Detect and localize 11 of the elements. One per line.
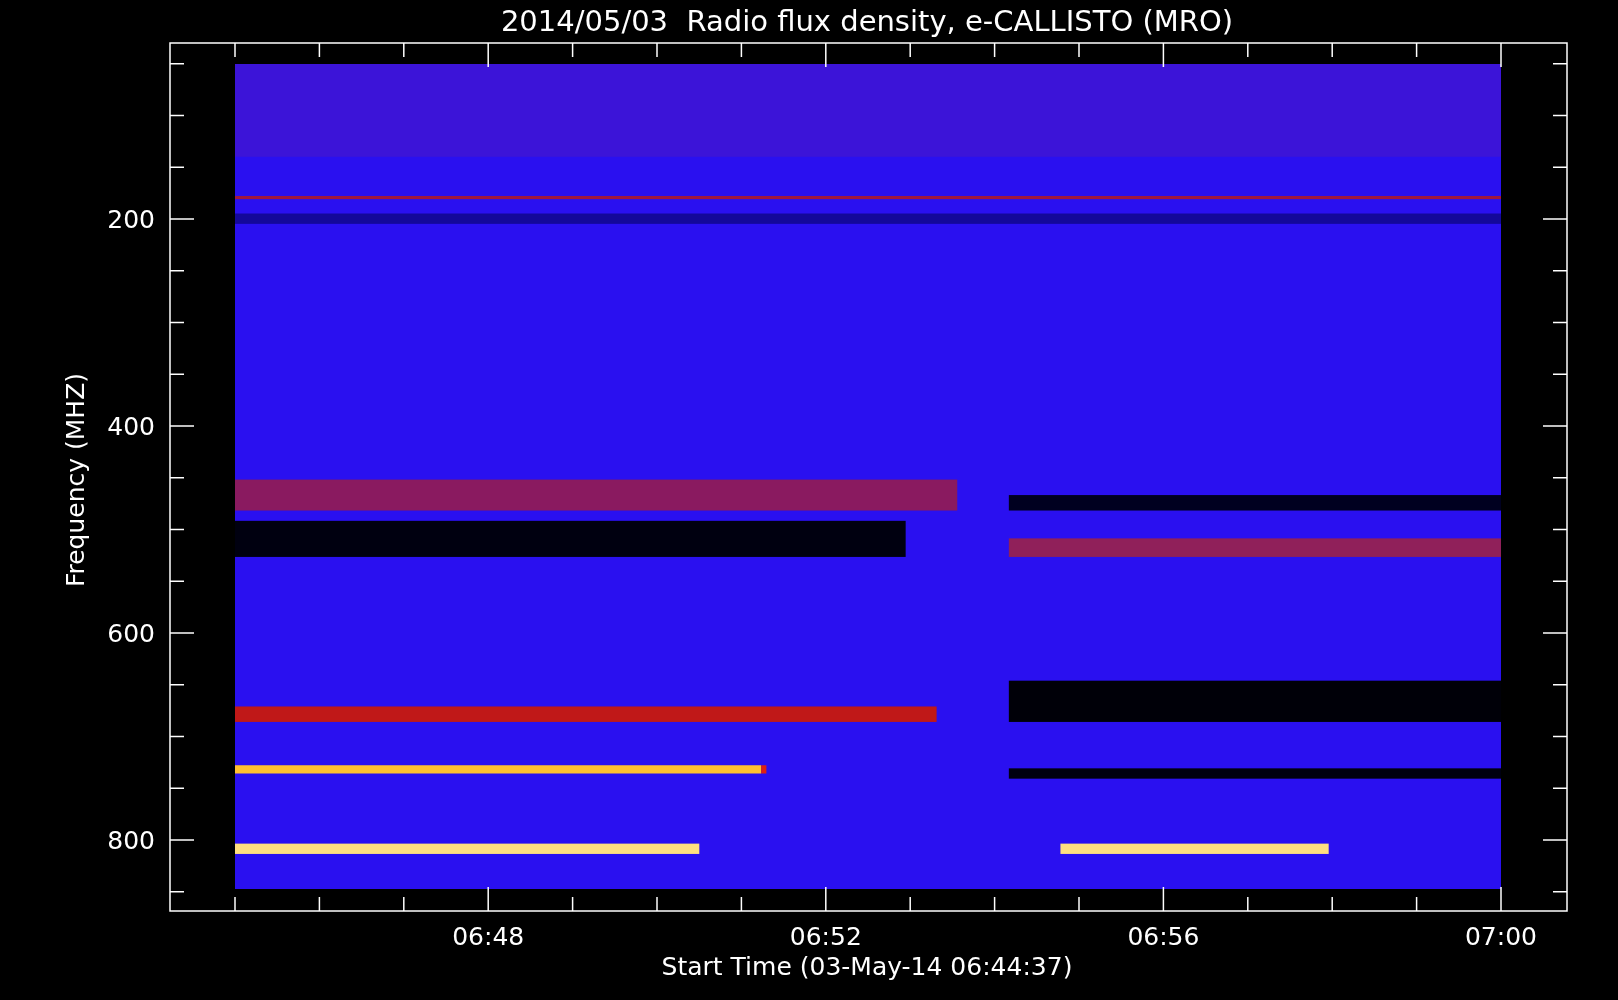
x-tick-label: 06:52 (789, 922, 862, 951)
y-tick-label: 800 (107, 826, 155, 855)
y-tick-label: 400 (107, 412, 155, 441)
x-tick-label: 06:48 (452, 922, 525, 951)
y-tick-label: 600 (107, 619, 155, 648)
plot-title: 2014/05/03 Radio flux density, e-CALLISTO (MRO) (500, 4, 1234, 38)
x-tick-label: 07:00 (1465, 922, 1537, 951)
x-tick-label: 06:56 (1127, 922, 1200, 951)
y-tick-label: 200 (107, 205, 155, 234)
x-axis-label: Start Time (03-May-14 06:44:37) (661, 952, 1073, 981)
y-axis-label: Frequency (MHZ) (61, 372, 90, 588)
